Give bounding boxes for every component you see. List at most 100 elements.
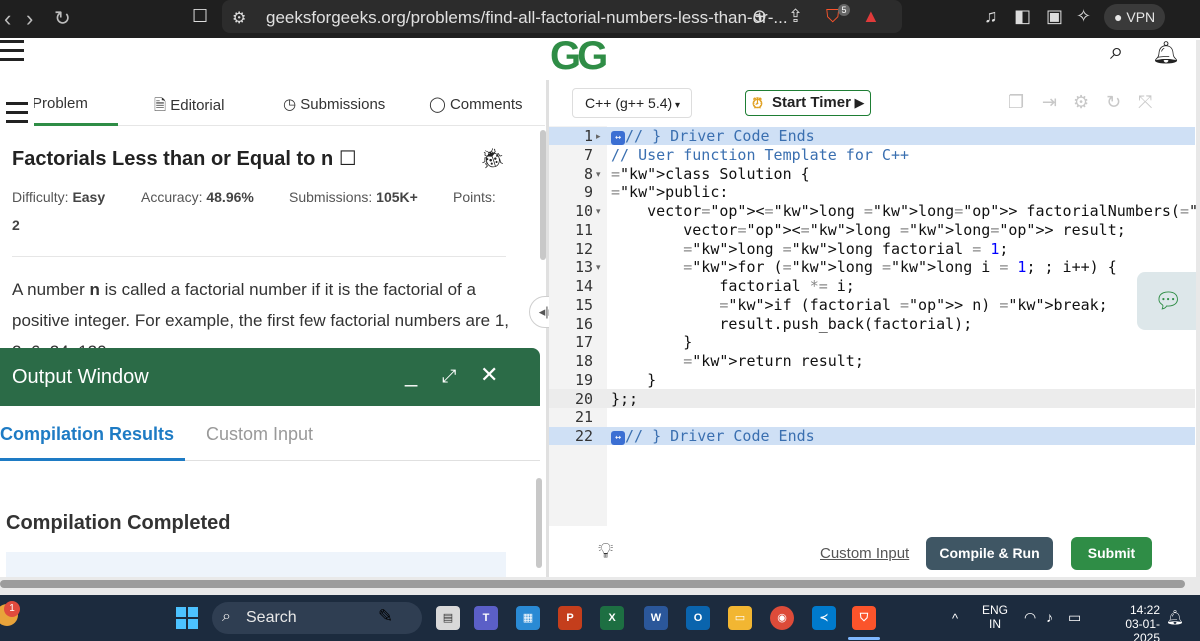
zoom-icon[interactable]: ⊕ [752, 6, 767, 27]
url-text[interactable]: geeksforgeeks.org/problems/find-all-fact… [266, 8, 788, 28]
vscode-icon[interactable]: ≺ [812, 606, 836, 630]
close-icon[interactable]: ✕ [480, 362, 498, 388]
chrome-icon[interactable]: ◉ [770, 606, 794, 630]
notification-bell-icon[interactable]: 🔔︎ [1152, 40, 1180, 66]
line-number: 19 [574, 370, 593, 389]
excel-icon[interactable]: X [600, 606, 624, 630]
tab-comments-label: Comments [449, 96, 523, 113]
brave-rewards-icon[interactable]: ▲ [862, 6, 880, 27]
reset-icon[interactable]: ↻ [1106, 92, 1121, 113]
sidebar-icon[interactable]: ◧ [1014, 6, 1031, 27]
language-indicator[interactable]: ENG IN [982, 603, 1008, 631]
accuracy: Accuracy: 48.96% [141, 189, 254, 205]
gfg-logo[interactable]: GG [550, 34, 608, 79]
wallet-icon[interactable]: ▣ [1046, 6, 1063, 27]
settings-icon[interactable]: ⚙ [1073, 92, 1089, 113]
fullscreen-icon[interactable]: ⤧ [1138, 92, 1152, 113]
collapsed-code-icon[interactable]: ↔ [611, 131, 626, 145]
leo-ai-icon[interactable]: ✧ [1076, 6, 1091, 27]
vpn-button[interactable]: ● VPN [1104, 4, 1166, 30]
code-line[interactable]: ="kw">return result; [611, 352, 864, 370]
code-line[interactable]: ↔// } Driver Code Ends [611, 127, 815, 145]
fold-toggle-icon[interactable]: ▾ [596, 169, 601, 180]
notifications-icon[interactable]: 🔔︎ [1166, 610, 1184, 624]
powerpoint-icon[interactable]: P [558, 606, 582, 630]
code-line[interactable]: } [611, 371, 656, 389]
desc-variable: n [89, 280, 100, 299]
code-line[interactable]: ="kw">long ="kw">long factorial = 1; [611, 240, 1008, 258]
line-number: 11 [574, 220, 593, 239]
accuracy-value: 48.96% [206, 189, 254, 205]
output-scrollbar[interactable] [536, 478, 542, 568]
minimize-icon[interactable]: _ [405, 362, 417, 388]
wifi-icon[interactable]: ◠ [1024, 610, 1036, 624]
reload-icon[interactable]: ↻ [54, 5, 71, 33]
submissions-value: 105K+ [376, 189, 418, 205]
search-icon[interactable]: ⌕ [1110, 38, 1123, 66]
share-icon[interactable]: ⇪ [788, 6, 803, 27]
line-number: 10 [574, 202, 593, 220]
custom-input-link[interactable]: Custom Input [820, 545, 909, 562]
vpn-dot-icon: ● [1114, 9, 1127, 25]
back-icon[interactable]: ‹ [4, 5, 11, 33]
language-select[interactable]: C++ (g++ 5.4) ▾ [572, 88, 692, 118]
code-line[interactable]: ="kw">for (="kw">long ="kw">long i = 1; … [611, 258, 1117, 276]
submit-button[interactable]: Submit [1071, 537, 1152, 570]
bookmark-problem-icon[interactable]: ☐ [333, 148, 357, 170]
chat-icon: 💬︎ [1154, 288, 1182, 313]
battery-icon[interactable]: ▭ [1068, 610, 1081, 624]
code-line[interactable]: ="kw">class Solution { [611, 165, 810, 183]
fold-toggle-icon[interactable]: ▾ [596, 262, 601, 273]
fold-toggle-icon[interactable]: ▸ [596, 131, 601, 142]
code-line[interactable]: // User function Template for C++ [611, 146, 909, 164]
code-line[interactable]: vector="op"><="kw">long ="kw">long="op">… [611, 221, 1126, 239]
tab-custom-input[interactable]: Custom Input [206, 424, 313, 445]
code-line[interactable]: ="kw">public: [611, 183, 728, 201]
code-line[interactable]: };; [611, 390, 638, 408]
code-line[interactable]: result.push_back(factorial); [611, 315, 972, 333]
tab-compilation-results[interactable]: Compilation Results [0, 424, 174, 445]
export-icon[interactable]: ⇥ [1042, 92, 1057, 113]
tab-comments[interactable]: ◯ Comments [429, 95, 523, 113]
hint-bulb-icon[interactable]: 💡︎ [598, 538, 613, 564]
line-number: 21 [574, 408, 593, 427]
play-icon: ▶ [850, 95, 865, 110]
word-icon[interactable]: W [644, 606, 668, 630]
fold-toggle-icon[interactable]: ▾ [596, 206, 601, 217]
problem-menu-icon[interactable] [0, 96, 34, 135]
code-line[interactable]: factorial *= i; [611, 277, 854, 295]
report-bug-icon[interactable]: 🐞︎ [480, 146, 505, 171]
shield-count-badge: 5 [838, 4, 850, 16]
tray-overflow-icon[interactable]: ^ [952, 612, 958, 626]
code-line[interactable]: ↔// } Driver Code Ends [611, 427, 815, 445]
compile-run-button[interactable]: Compile & Run [926, 537, 1053, 570]
clock[interactable]: 14:22 03-01-2025 [1100, 603, 1160, 641]
outlook-icon[interactable]: O [686, 606, 710, 630]
code-line[interactable]: ="kw">if (factorial ="op">> n) ="kw">bre… [611, 296, 1107, 314]
start-button[interactable] [176, 607, 198, 629]
file-explorer-icon[interactable]: ▭ [728, 606, 752, 630]
menu-icon[interactable] [0, 40, 24, 67]
page-scrollbar[interactable] [1196, 40, 1200, 580]
start-timer-button[interactable]: ⏰︎ Start Timer ▶ [745, 90, 871, 116]
teams-icon[interactable]: T [474, 606, 498, 630]
media-icon[interactable]: ♫ [984, 6, 998, 27]
forward-icon[interactable]: › [26, 5, 33, 33]
lang-line-1: ENG [982, 603, 1009, 617]
horizontal-scrollbar[interactable] [0, 580, 1185, 588]
bookmark-icon[interactable]: ☐ [192, 6, 208, 27]
copy-icon[interactable]: ❐ [1008, 92, 1024, 113]
code-line[interactable]: } [611, 333, 692, 351]
tab-problem[interactable]: Problem [32, 95, 88, 112]
brave-icon[interactable]: ⛉ [852, 606, 876, 630]
site-settings-icon[interactable]: ⚙ [232, 8, 246, 28]
tab-editorial[interactable]: 🗎︎ Editorial [154, 95, 224, 120]
chevron-down-icon: ▾ [672, 100, 680, 111]
tab-submissions[interactable]: ◷ Submissions [283, 95, 385, 113]
volume-icon[interactable]: ♪ [1046, 610, 1053, 624]
expand-icon[interactable]: ⤢ [442, 366, 456, 387]
code-line[interactable]: vector="op"><="kw">long ="kw">long="op">… [611, 202, 1200, 220]
collapsed-code-icon[interactable]: ↔ [611, 431, 626, 445]
task-view-icon[interactable]: ▤ [436, 606, 460, 630]
store-icon[interactable]: ▦ [516, 606, 540, 630]
